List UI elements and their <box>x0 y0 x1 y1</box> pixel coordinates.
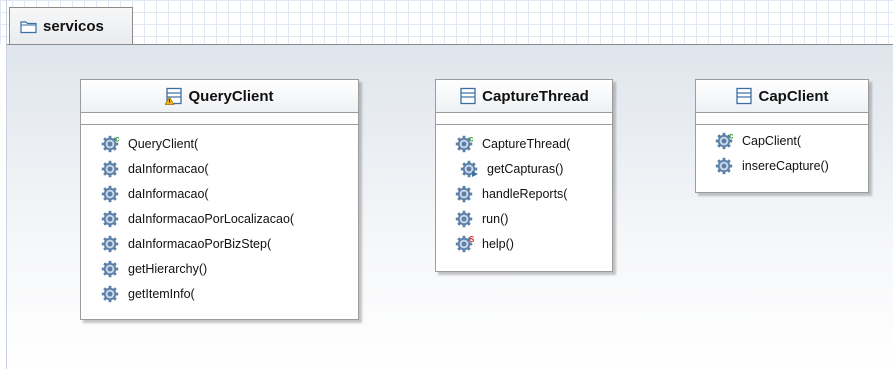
attributes-compartment <box>81 113 358 125</box>
method-label: daInformacao( <box>128 186 209 201</box>
class-box-queryclient[interactable]: QueryClient c QueryClient( daInformacao(… <box>80 79 359 320</box>
constructor-gear-icon: c <box>101 135 120 153</box>
method-item[interactable]: daInformacao( <box>101 181 358 206</box>
method-item[interactable]: run() <box>455 206 612 231</box>
static-gear-icon: S <box>455 235 475 253</box>
svg-text:S: S <box>469 235 475 244</box>
methods-compartment: c QueryClient( daInformacao( daInformaca… <box>81 125 358 306</box>
method-item[interactable]: handleReports( <box>455 181 612 206</box>
gear-icon <box>101 285 121 303</box>
methods-compartment: c CaptureThread( getCapturas() handleRep… <box>436 125 612 256</box>
method-item[interactable]: daInformacaoPorBizStep( <box>101 231 358 256</box>
class-name: CaptureThread <box>482 87 589 105</box>
method-item[interactable]: c CaptureThread( <box>455 131 612 156</box>
class-warning-icon <box>165 87 183 105</box>
method-label: insereCapture() <box>742 158 829 173</box>
method-item[interactable]: getCapturas() <box>455 156 612 181</box>
package-tab[interactable]: servicos <box>9 7 133 44</box>
gear-icon <box>715 157 735 175</box>
method-label: run() <box>482 211 509 226</box>
attributes-compartment <box>696 113 868 125</box>
class-header: CapClient <box>696 80 868 113</box>
method-label: getHierarchy() <box>128 261 208 276</box>
method-label: getCapturas() <box>487 161 564 176</box>
method-label: handleReports( <box>482 186 568 201</box>
gear-icon <box>101 185 121 203</box>
class-header: CaptureThread <box>436 80 612 113</box>
method-item[interactable]: c QueryClient( <box>101 131 358 156</box>
constructor-gear-icon: c <box>455 135 474 153</box>
svg-text:c: c <box>115 135 120 144</box>
gear-icon <box>101 210 121 228</box>
method-item[interactable]: S help() <box>455 231 612 256</box>
method-item[interactable]: daInformacao( <box>101 156 358 181</box>
method-item[interactable]: daInformacaoPorLocalizacao( <box>101 206 358 231</box>
gear-icon <box>455 185 475 203</box>
methods-compartment: c CapClient( insereCapture() <box>696 125 868 178</box>
method-label: help() <box>482 236 514 251</box>
class-header: QueryClient <box>81 80 358 113</box>
method-label: CaptureThread( <box>482 136 571 151</box>
method-label: getItemInfo( <box>128 286 195 301</box>
method-label: CapClient( <box>742 133 802 148</box>
class-box-capturethread[interactable]: CaptureThread c CaptureThread( getCaptur… <box>435 79 613 272</box>
diagram-grid <box>0 0 893 44</box>
method-label: QueryClient( <box>128 136 199 151</box>
class-name: QueryClient <box>188 87 274 105</box>
svg-text:c: c <box>469 135 474 144</box>
gear-icon <box>101 235 121 253</box>
package-name: servicos <box>43 17 104 35</box>
class-name: CapClient <box>758 87 829 105</box>
override-gear-icon <box>460 160 478 178</box>
gear-icon <box>455 210 475 228</box>
gear-icon <box>101 260 121 278</box>
class-box-capclient[interactable]: CapClient c CapClient( insereCapture() <box>695 79 869 193</box>
method-label: daInformacao( <box>128 161 209 176</box>
class-icon <box>460 87 476 105</box>
attributes-compartment <box>436 113 612 125</box>
method-item[interactable]: insereCapture() <box>715 153 868 178</box>
svg-text:c: c <box>729 132 734 141</box>
gear-icon <box>101 160 121 178</box>
class-icon <box>736 87 753 105</box>
method-label: daInformacaoPorLocalizacao( <box>128 211 295 226</box>
folder-icon <box>20 20 37 33</box>
method-label: daInformacaoPorBizStep( <box>128 236 272 251</box>
constructor-gear-icon: c <box>715 132 734 150</box>
method-item[interactable]: c CapClient( <box>715 128 868 153</box>
method-item[interactable]: getHierarchy() <box>101 256 358 281</box>
method-item[interactable]: getItemInfo( <box>101 281 358 306</box>
